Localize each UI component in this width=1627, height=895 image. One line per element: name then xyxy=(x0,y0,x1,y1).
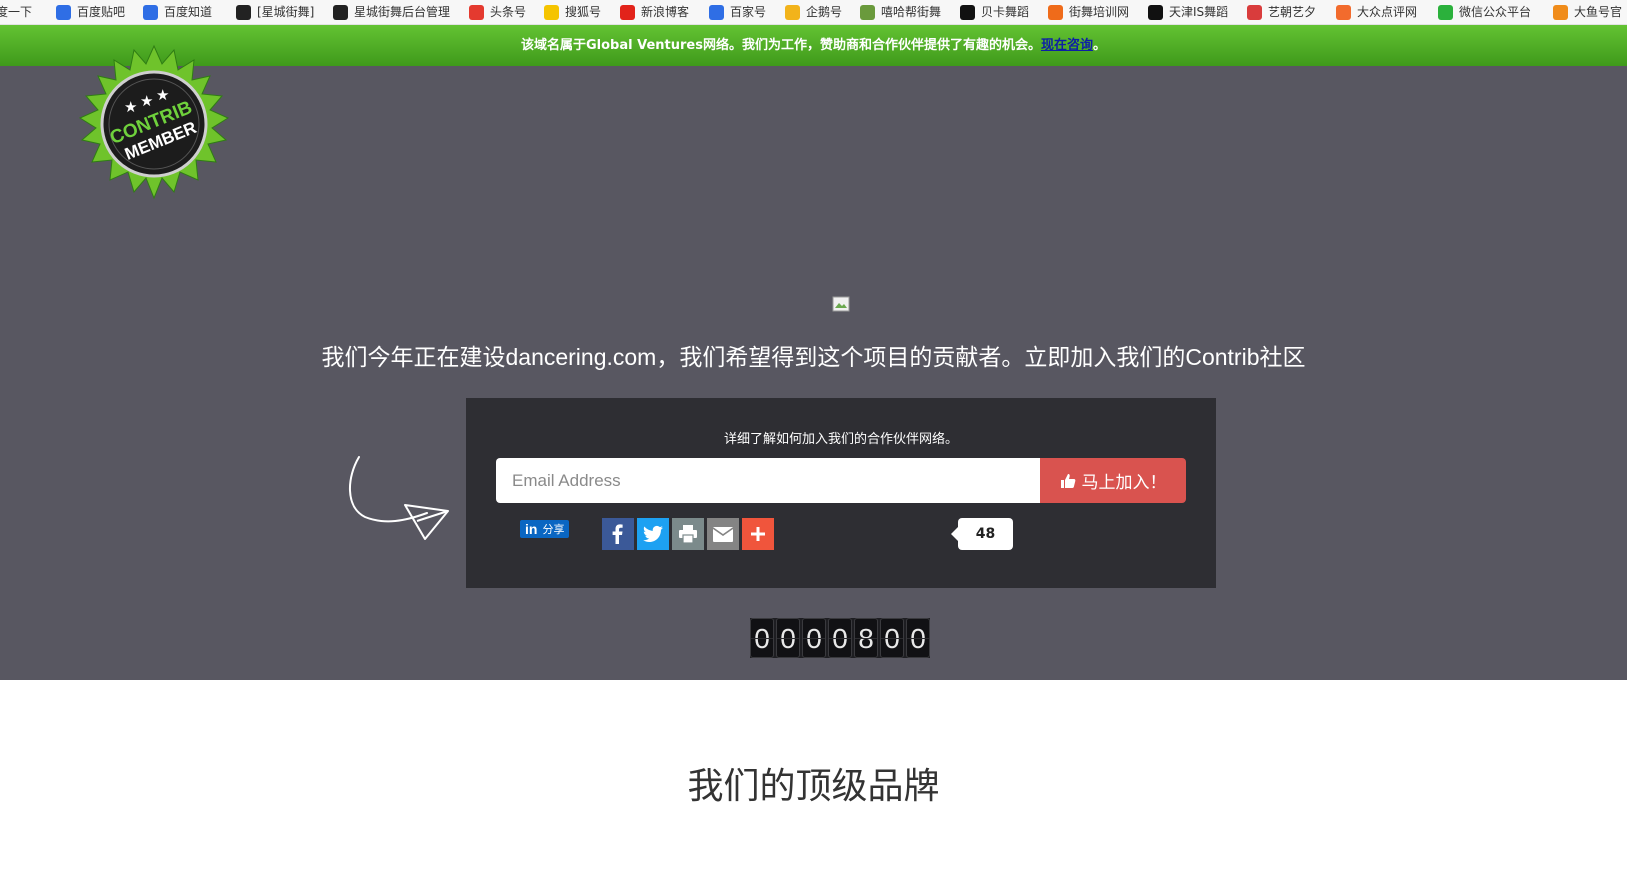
star-icon: ★ xyxy=(140,92,153,110)
facebook-share-button[interactable] xyxy=(602,518,634,550)
join-now-button[interactable]: 马上加入！ xyxy=(1040,458,1186,503)
contrib-member-badge: ★ ★ ★ CONTRIB MEMBER xyxy=(78,44,230,200)
bookmark-item[interactable]: 星城街舞后台管理 xyxy=(333,0,450,24)
email-share-button[interactable] xyxy=(707,518,739,550)
bookmark-label: 天津IS舞蹈 xyxy=(1169,5,1229,19)
visit-counter: 0000800 xyxy=(750,618,930,658)
s7-logo-icon xyxy=(236,4,251,20)
network-notice-bar: 该域名属于Global Ventures网络。我们为工作，赞助商和合作伙伴提供了… xyxy=(0,25,1627,66)
bookmark-label: 贝卡舞蹈 xyxy=(981,5,1030,19)
headline: 我们今年正在建设dancering.com，我们希望得到这个项目的贡献者。立即加… xyxy=(321,344,1306,370)
linkedin-share-button[interactable]: in 分享 xyxy=(520,520,570,538)
bookmark-label: 艺朝艺夕 xyxy=(1268,5,1317,19)
bookmark-item[interactable]: 新浪博客 xyxy=(620,0,689,24)
bookmark-item[interactable]: 艺朝艺夕 xyxy=(1247,0,1316,24)
linkedin-share-label: 分享 xyxy=(542,523,565,536)
bookmark-label: 百家号 xyxy=(730,5,767,19)
bookmark-label: [星城街舞] xyxy=(257,5,315,19)
penguin-icon xyxy=(785,4,800,20)
sina-blog-icon xyxy=(620,4,635,20)
counter-digit: 0 xyxy=(828,618,852,658)
bookmark-item[interactable]: 搜狐号 xyxy=(544,0,601,24)
bookmark-item[interactable]: 微信公众平台 xyxy=(1438,0,1531,24)
baidu-paw-icon xyxy=(143,4,158,20)
c-logo-icon xyxy=(960,4,975,20)
hiphop-icon xyxy=(860,4,875,20)
bookmark-item[interactable]: 天津IS舞蹈 xyxy=(1148,0,1228,24)
bookmark-label: 头条号 xyxy=(490,5,527,19)
top-brands-heading: 我们的顶级品牌 xyxy=(687,765,940,806)
fish-icon xyxy=(1553,4,1568,20)
bookmark-item[interactable]: 大鱼号官 xyxy=(1553,0,1622,24)
twitter-icon xyxy=(643,525,663,542)
notice-text: 该域名属于Global Ventures网络。我们为工作，赞助商和合作伙伴提供了… xyxy=(520,38,1041,53)
dancer-icon xyxy=(1048,4,1063,20)
bookmark-item[interactable]: 嘻哈帮街舞 xyxy=(860,0,941,24)
hero-section: ★ ★ ★ CONTRIB MEMBER 我们今年正在建设dancering.c… xyxy=(0,44,1627,680)
bookmark-label: 大众点评网 xyxy=(1357,5,1418,19)
linkedin-icon: in xyxy=(525,521,538,537)
counter-digit: 8 xyxy=(854,618,878,658)
baidu-paw-icon xyxy=(709,4,724,20)
counter-digit: 0 xyxy=(750,618,774,658)
join-button-label: 马上加入！ xyxy=(1081,473,1167,493)
bookmarks-bar: 度一下 百度贴吧 百度知道 [星城街舞] 星城街舞后台管理 头条号 搜狐号 新浪博客 百家号 企鹅… xyxy=(0,0,1627,25)
bookmark-label: 企鹅号 xyxy=(806,5,843,19)
broken-image-icon xyxy=(832,296,850,312)
bookmark-label: 大鱼号官 xyxy=(1574,5,1623,19)
star-icon: ★ xyxy=(124,98,137,116)
thumbs-up-icon xyxy=(1060,473,1075,488)
more-share-button[interactable] xyxy=(742,518,774,550)
plus-icon xyxy=(751,527,765,541)
bookmark-label: 度一下 xyxy=(0,5,33,19)
sohu-icon xyxy=(544,4,559,20)
bookmark-item[interactable]: 百度贴吧 xyxy=(56,0,125,24)
toutiao-icon xyxy=(469,4,484,20)
panel-title: 详细了解如何加入我们的合作伙伴网络。 xyxy=(723,432,958,447)
counter-digit: 0 xyxy=(802,618,826,658)
bookmark-item[interactable]: 大众点评网 xyxy=(1336,0,1417,24)
facebook-icon xyxy=(612,524,623,544)
print-button[interactable] xyxy=(672,518,704,550)
bookmark-item[interactable]: 贝卡舞蹈 xyxy=(960,0,1029,24)
consult-now-link[interactable]: 现在咨询 xyxy=(1041,38,1093,53)
bookmark-label: 微信公众平台 xyxy=(1459,5,1532,19)
hand-drawn-arrow-icon xyxy=(348,456,449,540)
bookmark-item[interactable]: 百度知道 xyxy=(143,0,212,24)
envelope-icon xyxy=(713,526,733,542)
counter-digit: 0 xyxy=(906,618,930,658)
bookmark-item[interactable]: 度一下 xyxy=(0,0,32,24)
bookmark-label: 嘻哈帮街舞 xyxy=(881,5,942,19)
s7-logo-icon xyxy=(333,4,348,20)
bookmark-label: 新浪博客 xyxy=(641,5,690,19)
art-icon xyxy=(1247,4,1262,20)
bookmark-item[interactable]: 百家号 xyxy=(709,0,766,24)
counter-digit: 0 xyxy=(776,618,800,658)
counter-digit: 0 xyxy=(880,618,904,658)
swirl-icon xyxy=(1148,4,1163,20)
share-count-bubble: 48 xyxy=(951,518,1013,550)
twitter-share-button[interactable] xyxy=(637,518,669,550)
baidu-paw-icon xyxy=(56,4,71,20)
bookmark-item[interactable]: 街舞培训网 xyxy=(1048,0,1129,24)
bookmark-label: 街舞培训网 xyxy=(1069,5,1130,19)
bookmark-label: 星城街舞后台管理 xyxy=(354,5,451,19)
star-icon: ★ xyxy=(156,86,169,104)
signup-panel: 详细了解如何加入我们的合作伙伴网络。 马上加入！ in 分享 xyxy=(466,398,1216,588)
notice-end: 。 xyxy=(1092,38,1106,53)
bookmark-label: 百度知道 xyxy=(164,5,213,19)
printer-icon xyxy=(679,525,697,543)
bookmark-label: 百度贴吧 xyxy=(77,5,126,19)
wechat-icon xyxy=(1438,4,1453,20)
dianping-icon xyxy=(1336,4,1351,20)
bookmark-item[interactable]: 企鹅号 xyxy=(785,0,842,24)
bookmark-item[interactable]: 头条号 xyxy=(469,0,526,24)
bookmark-item[interactable]: [星城街舞] xyxy=(236,0,314,24)
email-input[interactable] xyxy=(496,458,1041,503)
bookmark-label: 搜狐号 xyxy=(565,5,602,19)
